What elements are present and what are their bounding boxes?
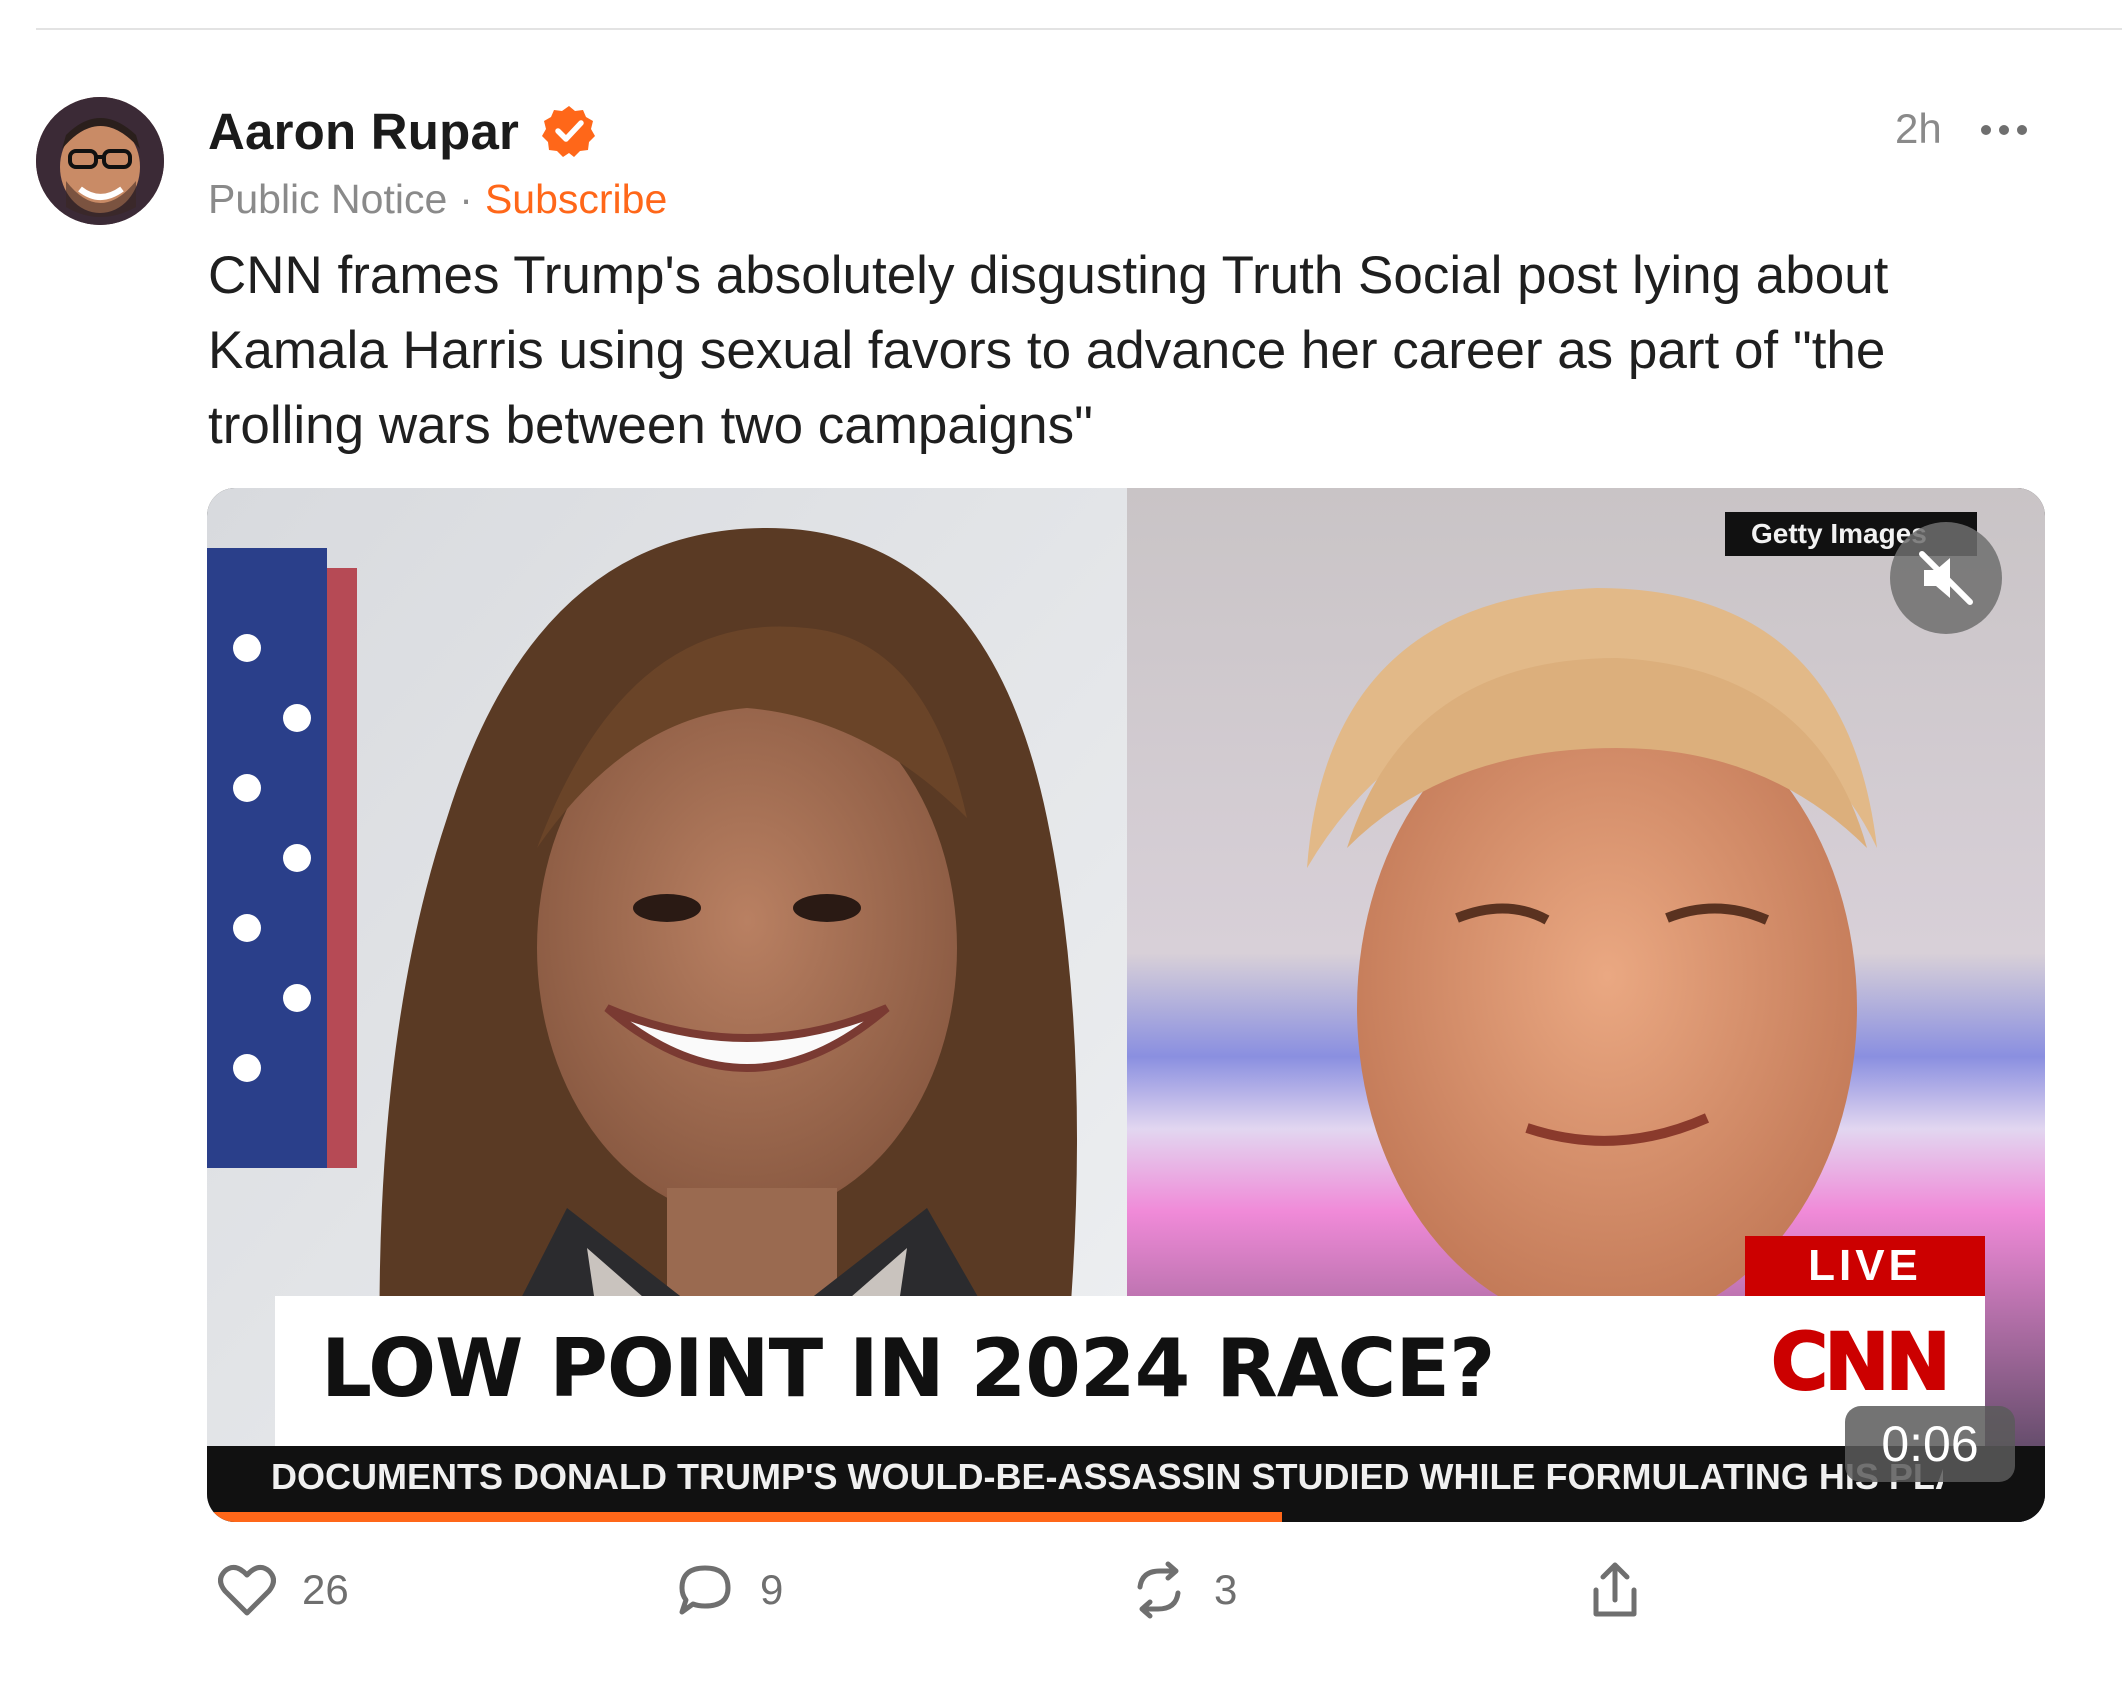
- meta-separator: ·: [459, 176, 473, 222]
- ticker-text: DOCUMENTS DONALD TRUMP'S WOULD-BE-ASSASS…: [271, 1456, 1943, 1497]
- video-progress-track[interactable]: [207, 1512, 2045, 1522]
- mute-button[interactable]: [1890, 522, 2002, 634]
- mute-icon: [1919, 551, 1973, 605]
- video-player[interactable]: Getty Images LIVE LOW POINT IN 2024 RACE…: [207, 488, 2045, 1522]
- post-timestamp: 2h: [1895, 105, 1942, 152]
- news-ticker: DOCUMENTS DONALD TRUMP'S WOULD-BE-ASSASS…: [207, 1446, 2045, 1522]
- post-body: CNN frames Trump's absolutely disgusting…: [208, 246, 1889, 455]
- post-actions: 26 9 3: [208, 1550, 1828, 1630]
- live-tag: LIVE: [1745, 1236, 1985, 1296]
- publication-name[interactable]: Public Notice: [208, 176, 447, 223]
- chyron: LOW POINT IN 2024 RACE?: [275, 1296, 1985, 1446]
- author-row: Aaron Rupar: [208, 100, 597, 162]
- share-icon: [1593, 1562, 1637, 1617]
- verified-badge-icon: [542, 106, 596, 157]
- feed-divider: [36, 28, 2122, 30]
- chyron-headline: LOW POINT IN 2024 RACE?: [321, 1322, 1495, 1415]
- author-meta: Public Notice · Subscribe: [208, 176, 667, 223]
- comment-button[interactable]: 9: [676, 1550, 783, 1630]
- like-button[interactable]: 26: [218, 1550, 349, 1630]
- like-count: 26: [302, 1566, 349, 1613]
- subscribe-link[interactable]: Subscribe: [485, 176, 667, 223]
- restack-button[interactable]: 3: [1130, 1550, 1237, 1630]
- comment-icon: [679, 1565, 731, 1615]
- author-name[interactable]: Aaron Rupar: [208, 102, 519, 161]
- restack-count: 3: [1214, 1566, 1238, 1613]
- restack-icon: [1137, 1561, 1181, 1619]
- video-progress-fill: [207, 1512, 1283, 1522]
- avatar-portrait: [36, 97, 164, 225]
- share-button[interactable]: [1588, 1550, 1642, 1630]
- comment-count: 9: [760, 1566, 784, 1613]
- more-icon[interactable]: [1978, 110, 2030, 150]
- video-duration: 0:06: [1845, 1406, 2015, 1482]
- heart-icon: [218, 1564, 276, 1616]
- author-avatar[interactable]: [36, 97, 164, 225]
- cnn-logo: CNN: [1770, 1317, 1952, 1409]
